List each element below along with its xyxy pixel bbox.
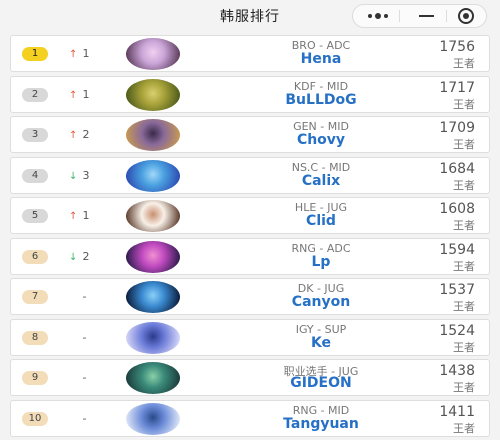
- score: 1608: [439, 201, 475, 217]
- rank-badge: 1: [22, 47, 48, 61]
- tier-label: 王者: [453, 97, 475, 111]
- player-name[interactable]: Calix: [231, 173, 411, 189]
- player-name[interactable]: GIDEON: [231, 375, 411, 391]
- rank-badge: 7: [22, 290, 48, 304]
- target-close-icon[interactable]: [449, 5, 483, 27]
- rank-trend: ↑ 1: [69, 88, 90, 102]
- ranking-row[interactable]: 1 ↑ 1 BRO - ADC Hena 1756 王者: [10, 35, 490, 72]
- rank-trend: -: [69, 330, 87, 345]
- champion-avatar: [126, 240, 180, 273]
- trend-arrow-icon: ↑: [69, 49, 78, 60]
- rank-trend: ↑ 1: [69, 209, 90, 223]
- ranking-row[interactable]: 8 - IGY - SUP Ke 1524 王者: [10, 318, 490, 356]
- trend-value: 1: [82, 47, 90, 60]
- tier-label: 王者: [453, 340, 475, 354]
- trend-value: 3: [82, 168, 90, 182]
- rank-badge: 2: [22, 87, 48, 102]
- rank-badge: 10: [22, 411, 48, 426]
- trend-value: -: [82, 411, 87, 425]
- champion-avatar: [126, 362, 180, 394]
- rank-trend: ↓ 2: [69, 250, 90, 264]
- player-name[interactable]: Clid: [231, 213, 411, 229]
- tier-label: 王者: [453, 138, 475, 151]
- rank-badge: 6: [22, 249, 48, 264]
- champion-avatar: [126, 200, 180, 232]
- trend-arrow-icon: ↓: [69, 251, 78, 263]
- trend-value: 2: [82, 249, 90, 263]
- player-name[interactable]: Ke: [231, 335, 411, 351]
- tier-label: 王者: [453, 178, 475, 192]
- score: 1709: [439, 120, 475, 136]
- trend-value: -: [82, 330, 87, 344]
- trend-value: 1: [82, 209, 90, 222]
- rank-badge: 9: [22, 371, 48, 385]
- champion-avatar: [126, 402, 180, 435]
- score: 1537: [439, 282, 475, 298]
- player-name[interactable]: Hena: [231, 51, 411, 67]
- tier-label: 王者: [453, 219, 475, 232]
- title-bar: 韩服排行: [0, 0, 500, 32]
- ranking-row[interactable]: 2 ↑ 1 KDF - MID BuLLDoG 1717 王者: [10, 75, 490, 113]
- trend-arrow-icon: ↓: [69, 170, 78, 182]
- capsule-divider: [446, 10, 447, 22]
- champion-avatar: [126, 159, 180, 192]
- champion-avatar: [126, 281, 180, 313]
- player-name[interactable]: Tangyuan: [231, 416, 411, 432]
- tier-label: 王者: [453, 300, 475, 313]
- player-name[interactable]: Chovy: [231, 132, 411, 148]
- player-name[interactable]: Canyon: [231, 294, 411, 310]
- capsule-divider: [399, 10, 400, 22]
- ranking-row[interactable]: 7 - DK - JUG Canyon 1537 王者: [10, 278, 490, 315]
- player-name[interactable]: Lp: [231, 254, 411, 270]
- ranking-row[interactable]: 4 ↓ 3 NS.C - MID Calix 1684 王者: [10, 156, 490, 194]
- trend-arrow-icon: ↑: [69, 89, 78, 101]
- rank-badge: 8: [22, 330, 48, 345]
- ranking-row[interactable]: 6 ↓ 2 RNG - ADC Lp 1594 王者: [10, 237, 490, 275]
- trend-value: 2: [82, 128, 90, 141]
- rank-trend: ↑ 1: [69, 47, 90, 61]
- score: 1438: [439, 363, 475, 379]
- rank-trend: ↓ 3: [69, 169, 90, 183]
- ranking-row[interactable]: 9 - 职业选手 - JUG GIDEON 1438 王者: [10, 359, 490, 396]
- trend-arrow-icon: ↑: [69, 130, 78, 141]
- champion-avatar: [126, 78, 180, 111]
- rank-badge: 5: [22, 209, 48, 223]
- tier-label: 王者: [453, 57, 475, 70]
- ranking-row[interactable]: 10 - RNG - MID Tangyuan 1411 王者: [10, 399, 490, 437]
- champion-avatar: [126, 119, 180, 151]
- trend-value: 1: [82, 87, 90, 101]
- score: 1524: [439, 322, 475, 339]
- tier-label: 王者: [453, 259, 475, 273]
- score: 1594: [439, 241, 475, 258]
- minimize-icon[interactable]: [409, 5, 443, 27]
- score: 1756: [439, 39, 475, 55]
- rank-trend: -: [69, 411, 87, 426]
- champion-avatar: [126, 38, 180, 70]
- rank-trend: -: [69, 371, 87, 385]
- player-name[interactable]: BuLLDoG: [231, 92, 411, 108]
- rank-trend: -: [69, 290, 87, 304]
- champion-avatar: [126, 321, 180, 354]
- rank-badge: 4: [22, 168, 48, 183]
- trend-arrow-icon: ↑: [69, 211, 78, 222]
- score: 1684: [439, 160, 475, 177]
- trend-value: -: [82, 371, 87, 384]
- rank-trend: ↑ 2: [69, 128, 90, 142]
- score: 1411: [439, 403, 475, 420]
- tier-label: 王者: [453, 381, 475, 394]
- rank-badge: 3: [22, 128, 48, 142]
- score: 1717: [439, 79, 475, 96]
- more-dots-icon[interactable]: [361, 5, 395, 27]
- tier-label: 王者: [453, 421, 475, 435]
- ranking-row[interactable]: 3 ↑ 2 GEN - MID Chovy 1709 王者: [10, 116, 490, 153]
- mini-program-capsule: [352, 4, 487, 28]
- ranking-row[interactable]: 5 ↑ 1 HLE - JUG Clid 1608 王者: [10, 197, 490, 234]
- trend-value: -: [82, 290, 87, 303]
